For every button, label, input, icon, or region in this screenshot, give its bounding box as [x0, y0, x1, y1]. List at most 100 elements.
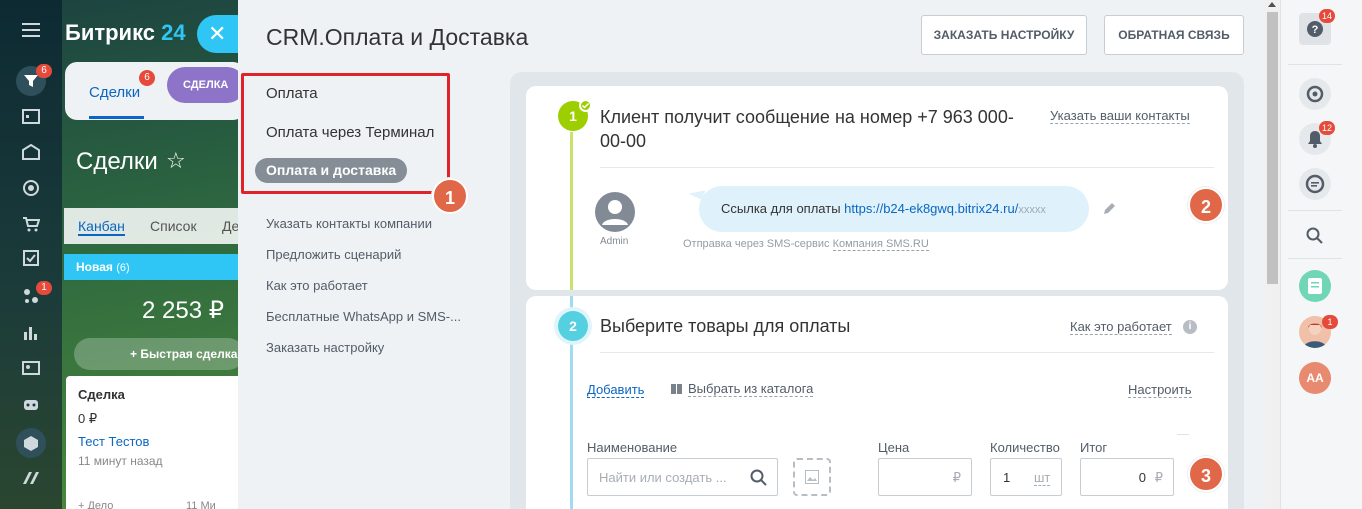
tasks-icon[interactable]	[19, 246, 43, 270]
marker-3: 3	[1188, 456, 1224, 492]
left-nav-rail: 6 1	[0, 0, 62, 509]
box-icon[interactable]	[16, 428, 46, 458]
scrollbar-thumb[interactable]	[1267, 12, 1278, 284]
column-sum: 2 253 ₽	[142, 297, 224, 324]
kanban-column-header: Новая (6)	[64, 254, 238, 280]
deal-card-title: Сделка	[78, 387, 125, 402]
deal-card-time: 11 минут назад	[78, 454, 163, 468]
timeline-line-step1	[570, 132, 573, 290]
info-icon[interactable]: i	[1183, 320, 1197, 334]
sms-note: Отправка через SMS-сервис Компания SMS.R…	[683, 238, 929, 251]
refresh-icon[interactable]	[1299, 78, 1331, 110]
total-input: 0 ₽	[1080, 458, 1174, 496]
message-bubble: Ссылка для оплаты https://b24-ek8gwq.bit…	[699, 186, 1089, 232]
choose-from-catalog-link[interactable]: Выбрать из каталога	[688, 381, 814, 397]
menu-icon[interactable]	[19, 18, 43, 42]
help-badge: 14	[1319, 9, 1335, 23]
slider-title: CRM.Оплата и Доставка	[266, 24, 529, 50]
view-list[interactable]: Список	[150, 218, 197, 234]
tab-deals[interactable]: Сделки	[89, 84, 140, 101]
check-icon	[579, 99, 592, 112]
analytics-icon[interactable]	[19, 320, 43, 344]
chat-icon[interactable]	[1299, 168, 1331, 200]
star-icon[interactable]: ☆	[166, 148, 186, 174]
tab-sdelka[interactable]: СДЕЛКА	[167, 67, 238, 103]
order-setup-button[interactable]: ЗАКАЗАТЬ НАСТРОЙКУ	[921, 15, 1087, 55]
notes-app-icon[interactable]	[1299, 270, 1331, 302]
col-qty-label: Количество	[990, 440, 1060, 455]
add-image-button[interactable]	[793, 458, 831, 496]
image-icon	[805, 470, 819, 484]
deal-card-price: 0 ₽	[78, 411, 98, 426]
notifications-badge: 12	[1319, 121, 1335, 135]
deal-card[interactable]: Сделка 0 ₽ Тест Тестов 11 минут назад + …	[66, 376, 238, 509]
calendar-icon[interactable]	[19, 104, 43, 128]
store-icon[interactable]	[19, 140, 43, 164]
robot-icon[interactable]	[19, 392, 43, 416]
user-avatar-badge: 1	[1322, 315, 1338, 329]
slider-header: CRM.Оплата и Доставка ЗАКАЗАТЬ НАСТРОЙКУ…	[238, 0, 1280, 72]
step1-title: Клиент получит сообщение на номер +7 963…	[600, 107, 1014, 151]
deal-card-contact[interactable]: Тест Тестов	[78, 434, 149, 449]
view-switcher: Канбан Список Де	[64, 208, 238, 244]
marketplace-icon[interactable]	[19, 466, 43, 490]
step2-section: 2 Выберите товары для оплаты Как это раб…	[526, 296, 1228, 509]
payment-link[interactable]: https://b24-ek8gwq.bitrix24.ru/	[844, 201, 1018, 216]
menu-sub-how-it-works[interactable]: Как это работает	[266, 278, 368, 293]
slider-content: 1 Клиент получит сообщение на номер +7 9…	[510, 72, 1244, 509]
menu-sub-free-whatsapp-sms[interactable]: Бесплатные WhatsApp и SMS-...	[266, 309, 461, 324]
target-icon[interactable]	[19, 176, 43, 200]
price-input[interactable]: ₽	[878, 458, 972, 496]
unit-selector[interactable]: шт	[1034, 470, 1051, 486]
col-total-label: Итог	[1080, 440, 1108, 455]
sms-provider-link[interactable]: Компания SMS.RU	[832, 238, 929, 251]
view-kanban[interactable]: Канбан	[78, 218, 125, 236]
col-name-label: Наименование	[587, 440, 678, 455]
automation-badge: 1	[36, 281, 52, 295]
divider	[600, 167, 1214, 168]
avatar-label: Admin	[600, 236, 629, 247]
scroll-up-arrow[interactable]	[1268, 2, 1276, 7]
add-product-link[interactable]: Добавить	[587, 381, 645, 399]
step2-number: 2	[558, 311, 588, 341]
divider	[1288, 64, 1342, 65]
feedback-button[interactable]: ОБРАТНАЯ СВЯЗЬ	[1104, 15, 1244, 55]
entity-tabs: Сделки 6 СДЕЛКА	[65, 62, 238, 120]
step2-title: Выберите товары для оплаты	[600, 316, 851, 336]
how-it-works-link[interactable]: Как это работает	[1070, 318, 1172, 336]
close-slider-button[interactable]: ✕	[197, 15, 238, 53]
book-icon	[670, 382, 683, 400]
user-initials-avatar[interactable]: AA	[1299, 362, 1331, 394]
view-other[interactable]: Де	[222, 218, 238, 234]
deal-card-add-activity[interactable]: + Дело	[78, 500, 113, 509]
tab-deals-underline	[89, 116, 144, 119]
col-price-label: Цена	[878, 440, 910, 455]
specify-contacts-link[interactable]: Указать ваши контакты	[1050, 107, 1190, 125]
marker-1: 1	[432, 178, 468, 214]
page-title: Сделки	[76, 148, 158, 175]
configure-link[interactable]: Настроить	[1128, 381, 1192, 399]
marker-2: 2	[1188, 187, 1224, 223]
menu-sub-order-setup[interactable]: Заказать настройку	[266, 340, 384, 355]
search-icon[interactable]	[1299, 220, 1331, 252]
crm-badge: 6	[36, 64, 52, 78]
brand-logo: Битрикс 24	[65, 20, 186, 45]
right-rail	[1280, 0, 1362, 509]
cart-icon[interactable]	[19, 212, 43, 236]
svg-text:?: ?	[1312, 24, 1319, 36]
product-search-input[interactable]: Найти или создать ...	[587, 458, 778, 496]
tab-deals-badge: 6	[139, 70, 155, 86]
highlight-box	[241, 73, 450, 194]
divider	[1288, 258, 1342, 259]
divider	[1177, 434, 1189, 435]
menu-sub-suggest-scenario[interactable]: Предложить сценарий	[266, 247, 401, 262]
contacts-icon[interactable]	[19, 356, 43, 380]
edit-pencil-icon[interactable]	[1102, 202, 1116, 221]
quantity-input[interactable]: 1 шт	[990, 458, 1062, 496]
avatar	[595, 192, 635, 232]
divider	[1288, 210, 1342, 211]
quick-deal-button[interactable]: + Быстрая сделка	[74, 338, 238, 370]
divider	[600, 352, 1214, 353]
deal-card-footer-time: 11 Ми	[186, 500, 216, 509]
menu-sub-company-contacts[interactable]: Указать контакты компании	[266, 216, 432, 231]
